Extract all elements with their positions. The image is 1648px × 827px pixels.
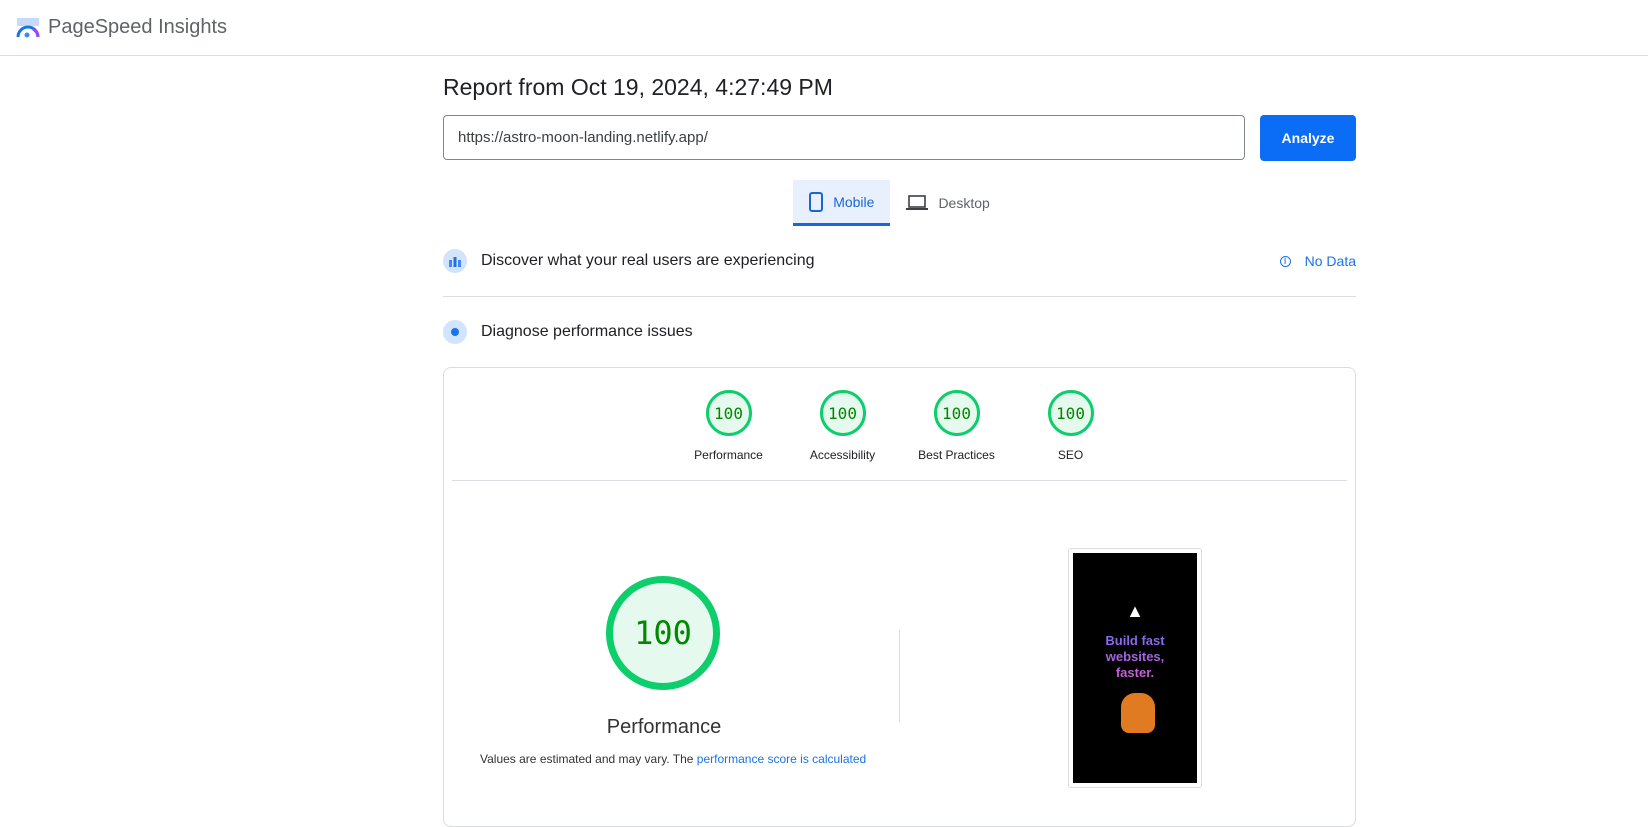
score-gauges: 100 Performance 100 Accessibility 100 Best … <box>452 368 1347 481</box>
tab-desktop[interactable]: Desktop <box>890 180 1005 226</box>
astronaut-image <box>1121 693 1155 733</box>
gauge-performance[interactable]: 100 Performance <box>692 390 766 480</box>
no-data-link[interactable]: i No Data <box>1279 253 1356 269</box>
pagespeed-logo-icon <box>16 17 40 37</box>
gauge-label: Performance <box>694 448 763 462</box>
score-ring: 100 <box>705 390 752 436</box>
diagnose-icon <box>443 320 467 344</box>
lab-data-title: Diagnose performance issues <box>481 323 693 340</box>
note-text: Values are estimated and may vary. The <box>480 752 697 766</box>
url-input[interactable] <box>443 115 1245 160</box>
users-chart-icon <box>443 249 467 273</box>
gauge-label: SEO <box>1057 448 1084 462</box>
astro-logo-icon: ▲ <box>1126 601 1144 621</box>
main-content: Report from Oct 19, 2024, 4:27:49 PM Ana… <box>443 56 1356 827</box>
score-ring: 100 <box>819 390 866 436</box>
screenshot-image: ▲ Build fast websites, faster. <box>1073 553 1197 783</box>
score-ring: 100 <box>1047 390 1094 436</box>
app-title[interactable]: PageSpeed Insights <box>48 16 227 39</box>
top-bar: PageSpeed Insights <box>0 0 1648 56</box>
lab-data-section: Diagnose performance issues <box>443 297 1356 367</box>
screenshot-headline: Build fast websites, faster. <box>1073 633 1197 681</box>
gauge-label: Accessibility <box>809 448 876 462</box>
report-title: Report from Oct 19, 2024, 4:27:49 PM <box>443 74 833 100</box>
analyze-button[interactable]: Analyze <box>1260 115 1356 161</box>
gauge-accessibility[interactable]: 100 Accessibility <box>806 390 880 480</box>
device-tabs: Mobile Desktop <box>443 180 1356 226</box>
tab-label: Mobile <box>833 193 875 210</box>
info-icon: i <box>1279 255 1291 267</box>
score-ring: 100 <box>933 390 980 436</box>
tab-label: Desktop <box>938 195 990 211</box>
report-card: 100 Performance 100 Accessibility 100 Best … <box>443 367 1356 827</box>
performance-score-gauge: 100 <box>606 576 720 690</box>
mobile-icon <box>809 191 824 212</box>
performance-label: Performance <box>606 716 722 738</box>
gauge-best-practices[interactable]: 100 Best Practices <box>918 390 995 480</box>
tab-mobile[interactable]: Mobile <box>793 180 891 226</box>
score-note: Values are estimated and may vary. The p… <box>480 752 866 766</box>
page-screenshot: ▲ Build fast websites, faster. <box>1068 548 1202 788</box>
gauge-label: Best Practices <box>918 448 995 462</box>
field-data-title: Discover what your real users are experi… <box>481 252 815 269</box>
score-calc-link[interactable]: performance score is calculated <box>697 752 866 766</box>
laptop-icon <box>906 195 929 210</box>
no-data-label: No Data <box>1304 253 1356 269</box>
field-data-section: Discover what your real users are experi… <box>443 226 1356 296</box>
gauge-seo[interactable]: 100 SEO <box>1034 390 1108 480</box>
vertical-divider <box>899 630 900 722</box>
